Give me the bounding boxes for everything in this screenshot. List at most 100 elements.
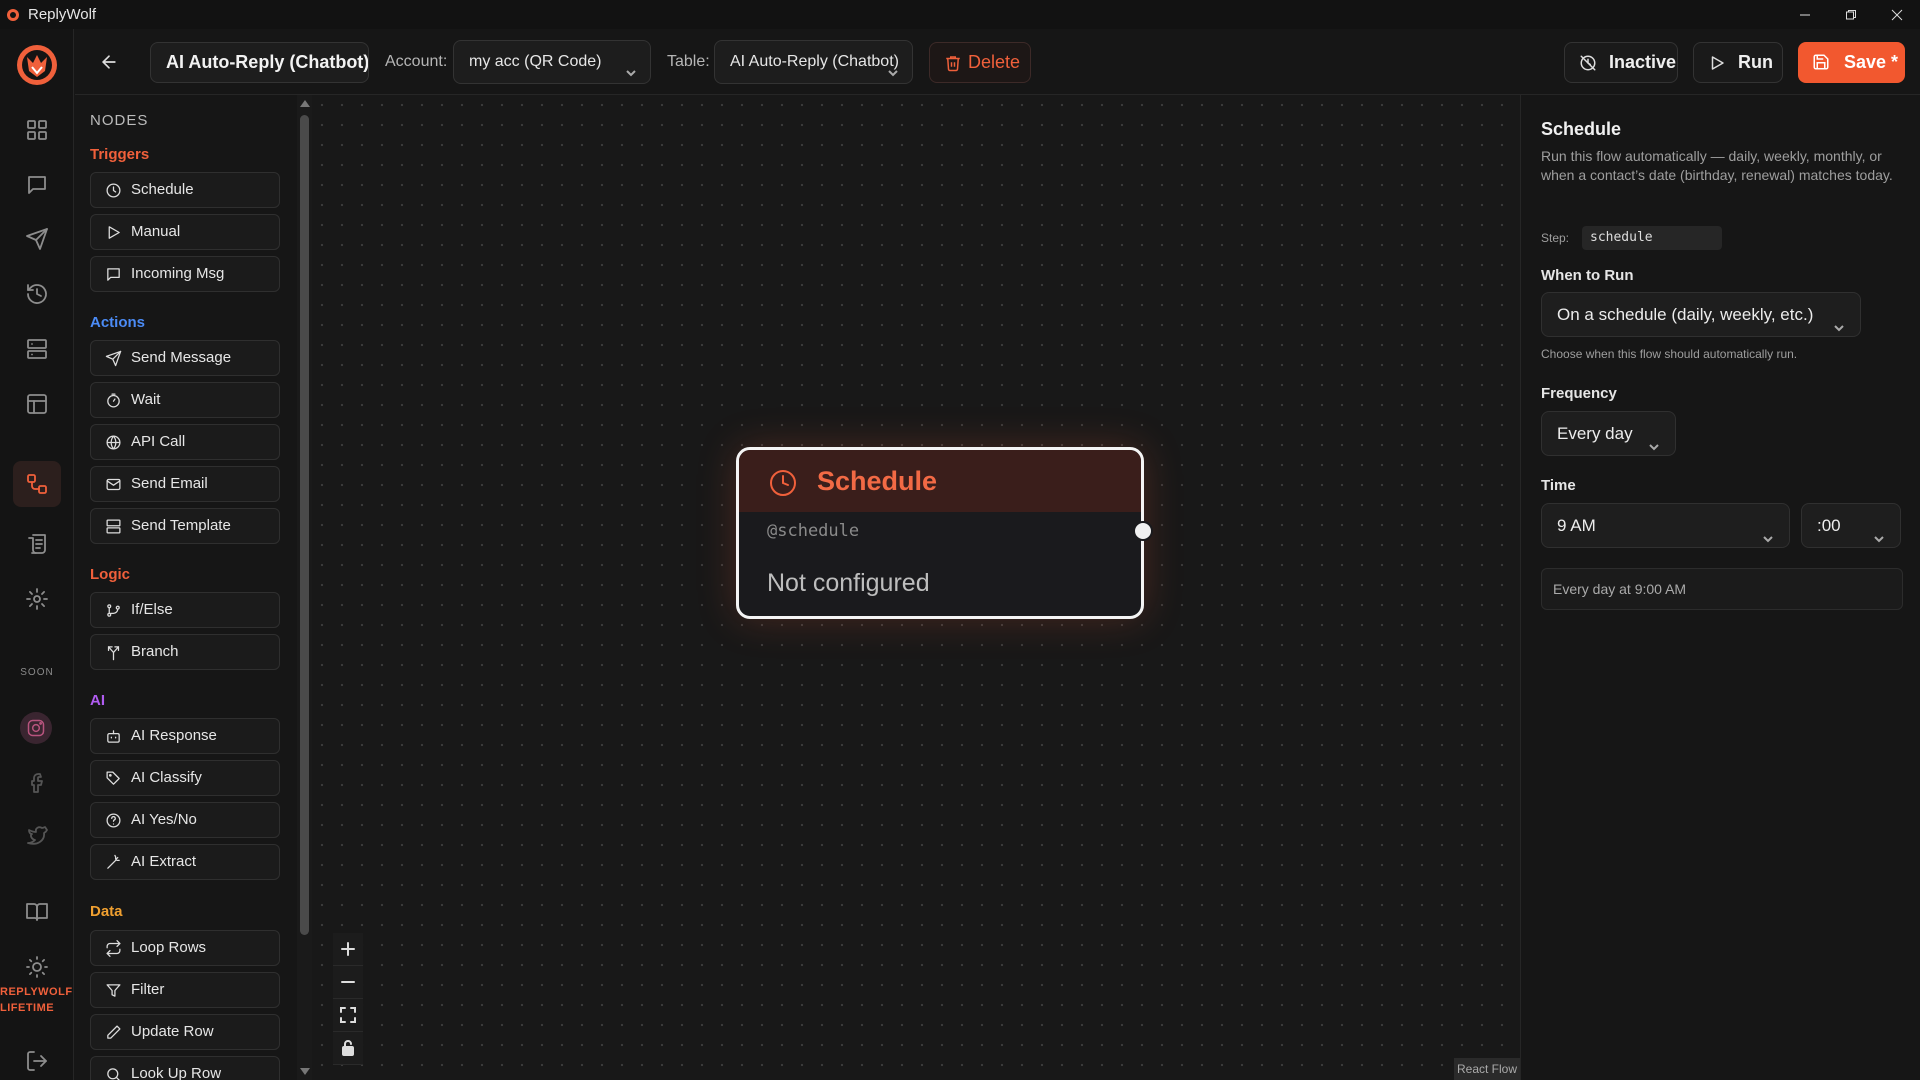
layout-icon[interactable]	[22, 334, 52, 364]
node-filter[interactable]: Filter	[90, 972, 280, 1008]
node-header: Schedule	[739, 450, 1141, 512]
arrow-left-icon	[102, 55, 116, 69]
table-select-value: AI Auto-Reply (Chatbot)	[730, 53, 899, 70]
chevron-down-icon	[1832, 308, 1846, 332]
window-title: ReplyWolf	[28, 6, 97, 23]
when-to-run-select[interactable]: On a schedule (daily, weekly, etc.)	[1541, 292, 1861, 337]
workflow-icon[interactable]	[13, 461, 61, 507]
node-label: AI Response	[131, 727, 217, 744]
node-manual[interactable]: Manual	[90, 214, 280, 250]
node-api-call[interactable]: API Call	[90, 424, 280, 460]
plus-icon	[341, 942, 355, 956]
node-schedule[interactable]: Schedule	[90, 172, 280, 208]
tag-icon	[106, 771, 120, 785]
theme-toggle-icon[interactable]	[22, 952, 52, 982]
twitter-icon	[22, 823, 52, 853]
node-look-up-row[interactable]: Look Up Row	[90, 1056, 280, 1080]
send-icon[interactable]	[22, 224, 52, 254]
help-circle-icon	[106, 813, 121, 828]
trash-icon	[946, 56, 960, 72]
save-icon	[1813, 54, 1829, 70]
zoom-out-button[interactable]	[333, 966, 363, 999]
table-icon[interactable]	[22, 389, 52, 419]
inactive-toggle-button[interactable]: Inactive	[1564, 42, 1678, 83]
timer-icon	[107, 393, 120, 408]
history-icon[interactable]	[22, 279, 52, 309]
scroll-up-arrow-icon[interactable]	[300, 100, 310, 107]
minute-select[interactable]: :00	[1801, 503, 1901, 548]
node-if-else[interactable]: If/Else	[90, 592, 280, 628]
table-select[interactable]: AI Auto-Reply (Chatbot)	[714, 40, 913, 84]
nodes-palette: NODES Triggers Schedule Manual Incoming …	[75, 95, 297, 1080]
clock-icon	[106, 183, 121, 198]
section-logic: Logic	[90, 566, 130, 583]
node-update-row[interactable]: Update Row	[90, 1014, 280, 1050]
scroll-thumb[interactable]	[300, 115, 309, 935]
node-label: Send Template	[131, 517, 231, 534]
delete-button[interactable]: Delete	[929, 42, 1031, 83]
node-ai-response[interactable]: AI Response	[90, 718, 280, 754]
properties-panel: Schedule Run this flow automatically — d…	[1520, 95, 1920, 1080]
left-rail: SOON REPLYWOLF LIFETIME	[0, 29, 74, 1080]
frequency-select[interactable]: Every day	[1541, 411, 1676, 456]
node-label: Branch	[131, 643, 179, 660]
logout-icon[interactable]	[22, 1046, 52, 1076]
node-label: Send Email	[131, 475, 208, 492]
account-select-value: my acc (QR Code)	[469, 53, 602, 70]
node-loop-rows[interactable]: Loop Rows	[90, 930, 280, 966]
hour-select[interactable]: 9 AM	[1541, 503, 1790, 548]
repeat-icon	[106, 940, 121, 957]
dashboard-icon[interactable]	[22, 115, 52, 145]
minimize-icon	[1800, 14, 1810, 15]
node-incoming-msg[interactable]: Incoming Msg	[90, 256, 280, 292]
close-button[interactable]	[1874, 0, 1920, 29]
clock-icon	[770, 470, 796, 496]
node-branch[interactable]: Branch	[90, 634, 280, 670]
instagram-icon	[20, 712, 52, 744]
step-label: Step:	[1541, 231, 1570, 245]
node-send-email[interactable]: Send Email	[90, 466, 280, 502]
node-label: Wait	[131, 391, 161, 408]
settings-icon[interactable]	[22, 584, 52, 614]
replywolf-logo-icon[interactable]	[15, 43, 59, 87]
node-ai-extract[interactable]: AI Extract	[90, 844, 280, 880]
node-ai-yes-no[interactable]: AI Yes/No	[90, 802, 280, 838]
flow-name-input[interactable]: AI Auto-Reply (Chatbot)	[150, 42, 369, 83]
react-flow-attribution[interactable]: React Flow	[1454, 1058, 1520, 1080]
nodes-scrollbar[interactable]	[297, 95, 312, 1080]
chevron-down-icon	[886, 55, 900, 77]
delete-label: Delete	[968, 52, 1021, 72]
table-label: Table:	[667, 53, 710, 70]
node-label: API Call	[131, 433, 186, 450]
fit-view-button[interactable]	[333, 999, 363, 1032]
logs-icon[interactable]	[22, 529, 52, 559]
node-label: Look Up Row	[131, 1065, 222, 1080]
restore-button[interactable]	[1828, 0, 1874, 29]
chat-icon[interactable]	[22, 170, 52, 200]
node-wait[interactable]: Wait	[90, 382, 280, 418]
account-select[interactable]: my acc (QR Code)	[453, 40, 651, 84]
node-send-template[interactable]: Send Template	[90, 508, 280, 544]
filter-icon	[106, 984, 121, 997]
docs-icon[interactable]	[22, 897, 52, 927]
minimize-button[interactable]	[1782, 0, 1828, 29]
search-icon	[107, 1068, 120, 1080]
title-bar: ReplyWolf	[0, 0, 1920, 29]
scroll-down-arrow-icon[interactable]	[300, 1068, 310, 1075]
lock-button[interactable]	[333, 1032, 363, 1065]
output-handle[interactable]	[1133, 521, 1153, 541]
node-send-message[interactable]: Send Message	[90, 340, 280, 376]
template-icon	[106, 519, 121, 534]
save-button[interactable]: Save *	[1798, 42, 1905, 83]
back-button[interactable]	[95, 48, 123, 76]
run-button[interactable]: Run	[1693, 42, 1783, 83]
git-branch-icon	[107, 604, 120, 617]
zoom-in-button[interactable]	[333, 933, 363, 966]
node-ai-classify[interactable]: AI Classify	[90, 760, 280, 796]
brand-line-1: REPLYWOLF	[0, 986, 73, 998]
account-label: Account:	[385, 53, 448, 70]
schedule-node[interactable]: Schedule @schedule Not configured	[736, 447, 1153, 619]
node-title: Schedule	[817, 466, 938, 496]
lock-icon	[342, 1040, 354, 1056]
flow-canvas[interactable]: Schedule @schedule Not configured React …	[312, 95, 1520, 1080]
